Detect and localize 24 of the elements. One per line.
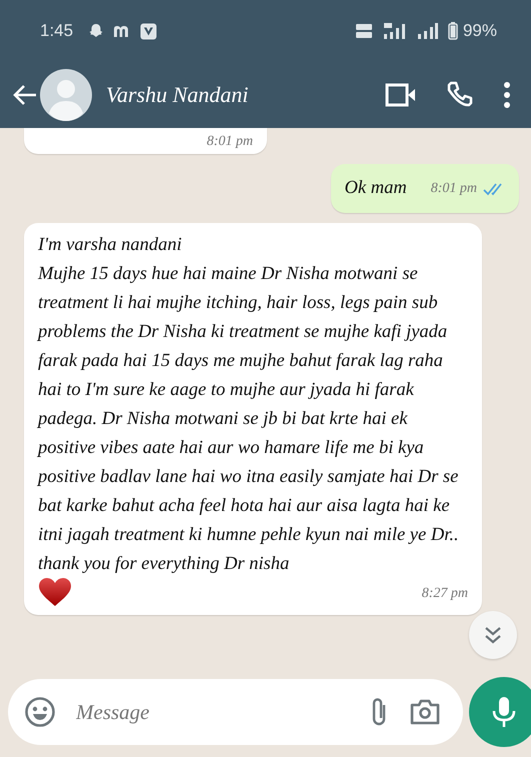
more-options-icon[interactable] [503, 81, 511, 109]
chevron-down-icon [483, 625, 503, 645]
message-time: 8:01 pm [430, 180, 477, 196]
scroll-down-button[interactable] [469, 611, 517, 659]
video-call-icon[interactable] [385, 82, 417, 108]
battery-level: 99% [462, 21, 497, 41]
signal-icon [382, 22, 408, 40]
microphone-button[interactable] [469, 677, 531, 747]
message-time: 8:27 pm [422, 586, 468, 602]
message-input-field[interactable]: Message [74, 698, 351, 726]
microphone-icon [491, 696, 517, 728]
app-v-icon [140, 22, 158, 40]
camera-icon[interactable] [409, 698, 441, 726]
volte-icon [354, 23, 373, 39]
status-time: 1:45 [40, 21, 74, 41]
message-text: I'm varsha nandani Mujhe 15 days hue hai maine Dr Nisha motwani se treatment li hai mujhe itching, hair loss, legs pain sub problems the Dr Nisha ki treatment se mujhe kafi jyada farak pada hai 15 days me mujhe bahut farak lag raha hai to I'm sure ke aage to mujhe aur jyada hi farak padega. Dr Nisha motwani se jb bi bat krte hai ek positive vibes aate hai aur wo hamare life me bi kya positive badlav lane hai wo itna easily samjate hai Dr se bat karke bahut acha feel hota hai aur aisa lagta hai ke itni jagah treatment ki humne pehle kyun nai mile ye Dr.. thank you for everything Dr nisha [38, 234, 460, 576]
message-text: Ok mam [344, 177, 407, 200]
battery-icon [448, 22, 458, 40]
signal-icon [416, 22, 439, 40]
emoji-icon[interactable] [24, 696, 56, 728]
contact-name[interactable]: Varshu Nandani [106, 82, 248, 108]
ghost-icon [88, 23, 104, 39]
message-time: 8:01 pm [206, 134, 253, 150]
avatar-icon[interactable] [40, 69, 92, 121]
